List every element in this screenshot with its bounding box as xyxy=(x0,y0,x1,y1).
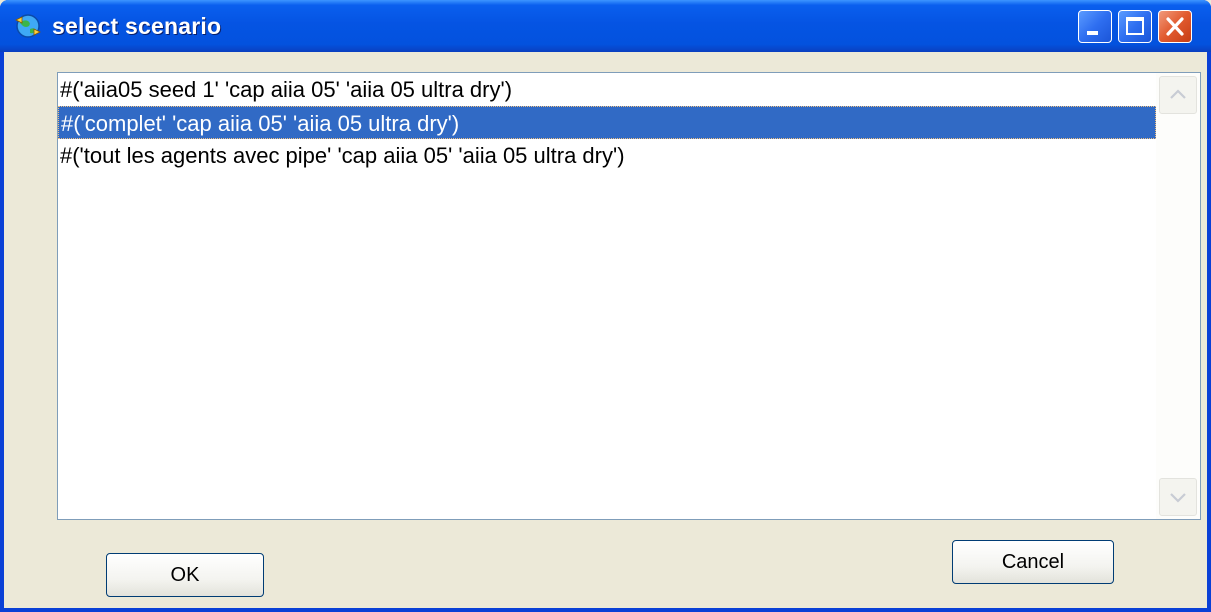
list-item-selected[interactable]: #('complet' 'cap aiia 05' 'aiia 05 ultra… xyxy=(58,106,1156,139)
scenario-list-items: #('aiia05 seed 1' 'cap aiia 05' 'aiia 05… xyxy=(58,73,1156,519)
close-button[interactable] xyxy=(1158,10,1192,43)
close-icon xyxy=(1166,17,1184,36)
scroll-up-button[interactable] xyxy=(1159,76,1197,114)
globe-arrows-icon xyxy=(15,14,41,38)
cancel-button[interactable]: Cancel xyxy=(952,540,1114,584)
vertical-scrollbar[interactable] xyxy=(1156,73,1200,519)
chevron-up-icon xyxy=(1170,89,1186,99)
list-item[interactable]: #('aiia05 seed 1' 'cap aiia 05' 'aiia 05… xyxy=(58,73,1156,106)
title-bar[interactable]: select scenario xyxy=(0,0,1211,52)
maximize-button[interactable] xyxy=(1118,10,1152,43)
list-item[interactable]: #('tout les agents avec pipe' 'cap aiia … xyxy=(58,139,1156,172)
minimize-button[interactable] xyxy=(1078,10,1112,43)
select-scenario-window: select scenario #('aiia05 seed 1' 'cap a… xyxy=(0,0,1211,612)
chevron-down-icon xyxy=(1170,493,1186,503)
minimize-icon xyxy=(1087,31,1098,35)
window-title: select scenario xyxy=(52,13,222,39)
scroll-down-button[interactable] xyxy=(1159,478,1197,516)
maximize-icon xyxy=(1126,17,1144,35)
dialog-body: #('aiia05 seed 1' 'cap aiia 05' 'aiia 05… xyxy=(4,52,1207,608)
ok-button[interactable]: OK xyxy=(106,553,264,597)
scenario-list[interactable]: #('aiia05 seed 1' 'cap aiia 05' 'aiia 05… xyxy=(57,72,1201,520)
